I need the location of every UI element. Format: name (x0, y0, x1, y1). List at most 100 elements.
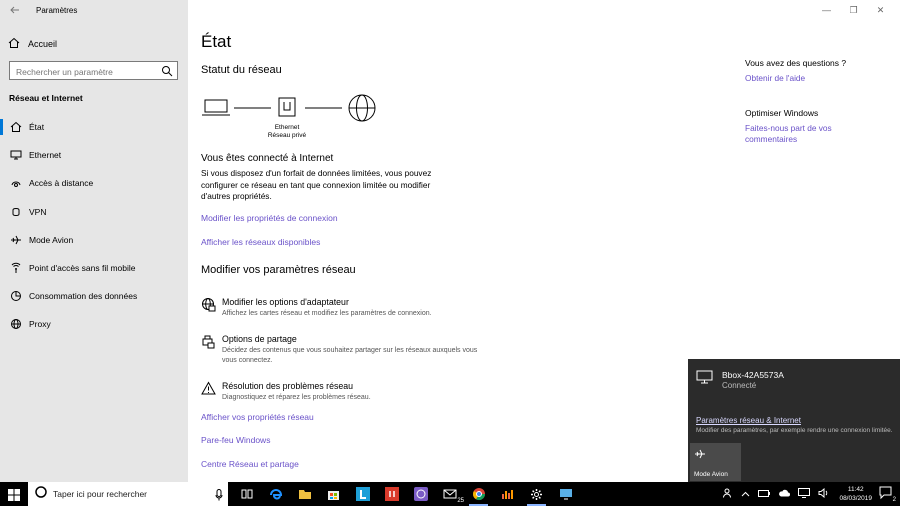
network-diagram-graphic (202, 94, 376, 122)
close-button[interactable]: ✕ (867, 3, 894, 17)
settings-gear-icon[interactable] (522, 484, 551, 506)
adapter-label: Ethernet (274, 124, 300, 131)
sidebar-item-label: État (29, 122, 45, 133)
battery-icon[interactable] (758, 489, 771, 499)
home-nav-item[interactable]: Accueil (8, 37, 57, 51)
windows-firewall-link[interactable]: Pare-feu Windows (201, 435, 270, 445)
l-app-icon[interactable] (348, 484, 377, 504)
connected-heading: Vous êtes connecté à Internet (201, 153, 334, 164)
window-title: Paramètres (36, 6, 78, 15)
vpn-icon (10, 206, 22, 218)
data-usage-icon (10, 290, 22, 302)
whatsapp-icon[interactable] (406, 484, 435, 504)
wired-network-icon (696, 370, 714, 390)
mail-icon[interactable]: 25 (435, 484, 464, 504)
action-center-icon[interactable]: 2 (878, 485, 896, 503)
back-arrow-icon[interactable] (9, 4, 21, 16)
change-connection-properties-link[interactable]: Modifier les propriétés de connexion (201, 213, 338, 223)
section-title: Réseau et Internet (9, 93, 83, 103)
sidebar-item-airplane[interactable]: Mode Avion (0, 226, 188, 254)
sidebar-item-label: Ethernet (29, 150, 62, 161)
adapter-options-item[interactable]: Modifier les options d'adaptateur Affich… (201, 297, 501, 325)
network-tray-icon[interactable] (798, 488, 811, 500)
network-settings-description: Modifier des paramètres, par exemple ren… (696, 427, 893, 434)
sidebar-item-label: Accès à distance (29, 178, 94, 189)
sidebar-item-data-usage[interactable]: Consommation des données (0, 282, 188, 310)
give-feedback-link[interactable]: Faites-nous part de vos commentaires (745, 123, 855, 146)
system-tray: 11:42 08/03/2019 2 (719, 482, 900, 506)
network-name: Bbox-42A5573A (722, 370, 784, 380)
chart-app-icon[interactable] (493, 484, 522, 504)
network-flyout: Bbox-42A5573A Connecté Paramètres réseau… (688, 359, 900, 482)
airplane-mode-tile[interactable]: Mode Avion (690, 443, 741, 481)
questions-heading: Vous avez des questions ? (745, 58, 847, 68)
network-status-heading: Statut du réseau (201, 64, 282, 76)
sidebar-item-label: Mode Avion (29, 234, 74, 245)
sidebar-item-label: Consommation des données (29, 291, 138, 302)
file-explorer-icon[interactable] (290, 484, 319, 504)
cortana-icon (35, 485, 47, 503)
clock-time: 11:42 (847, 486, 864, 493)
hotspot-icon (10, 262, 22, 274)
chrome-icon[interactable] (464, 484, 493, 506)
option-title: Résolution des problèmes réseau (222, 381, 354, 391)
option-description: Diagnostiquez et réparez les problèmes r… (222, 394, 371, 401)
windows-start-icon[interactable] (8, 488, 20, 506)
sidebar-item-proxy[interactable]: Proxy (0, 310, 188, 338)
volume-icon[interactable] (818, 487, 829, 500)
printer-share-icon (201, 334, 216, 349)
task-view-icon[interactable] (232, 484, 261, 504)
taskbar-search-box[interactable]: Taper ici pour rechercher (28, 482, 228, 506)
notification-count: 2 (892, 497, 896, 503)
people-icon[interactable] (723, 488, 733, 500)
view-network-properties-link[interactable]: Afficher vos propriétés réseau (201, 412, 314, 422)
onedrive-cloud-icon[interactable] (778, 489, 791, 499)
network-settings-link[interactable]: Paramètres réseau & Internet (696, 416, 801, 425)
state-icon (10, 121, 22, 133)
clock[interactable]: 11:42 08/03/2019 (839, 485, 872, 503)
minimize-button[interactable]: — (813, 3, 840, 17)
sidebar-item-label: Proxy (29, 319, 51, 330)
sidebar-item-dialup[interactable]: Accès à distance (0, 169, 188, 197)
show-available-networks-link[interactable]: Afficher les réseaux disponibles (201, 237, 320, 247)
microphone-icon[interactable] (215, 488, 223, 506)
settings-window: Paramètres Accueil Réseau et Internet Ét… (0, 0, 900, 482)
network-entry[interactable]: Bbox-42A5573A Connecté (696, 370, 784, 390)
network-diagram: Ethernet Réseau privé (202, 93, 382, 145)
airplane-tile-label: Mode Avion (694, 471, 728, 478)
connected-description: Si vous disposez d'un forfait de données… (201, 168, 432, 201)
search-icon[interactable] (161, 64, 173, 77)
sharing-options-item[interactable]: Options de partage Décidez des contenus … (201, 334, 501, 370)
sidebar-item-vpn[interactable]: VPN (0, 198, 188, 226)
network-type-label: Réseau privé (267, 132, 307, 139)
option-title: Modifier les options d'adaptateur (222, 297, 349, 307)
store-icon[interactable] (319, 484, 348, 504)
adapter-globe-icon (201, 297, 216, 312)
taskbar-apps: 25 (232, 484, 580, 506)
airplane-icon (694, 447, 706, 465)
remote-desktop-icon[interactable] (551, 484, 580, 504)
home-icon (8, 37, 20, 51)
sidebar-item-ethernet[interactable]: Ethernet (0, 141, 188, 169)
maximize-button[interactable]: ❐ (840, 3, 867, 17)
edge-browser-icon[interactable] (261, 484, 290, 504)
sidebar-item-hotspot[interactable]: Point d'accès sans fil mobile (0, 254, 188, 282)
airplane-icon (10, 234, 22, 246)
settings-search-input[interactable] (10, 63, 155, 81)
get-help-link[interactable]: Obtenir de l'aide (745, 73, 865, 85)
sidebar-item-etat[interactable]: État (0, 113, 188, 141)
option-description: Décidez des contenus que vous souhaitez … (222, 347, 478, 364)
taskbar: Taper ici pour rechercher 25 11:42 08/03… (0, 482, 900, 506)
improve-windows-heading: Optimiser Windows (745, 107, 819, 118)
network-sharing-center-link[interactable]: Centre Réseau et partage (201, 459, 299, 469)
option-description: Affichez les cartes réseau et modifiez l… (222, 310, 432, 317)
option-title: Options de partage (222, 334, 297, 344)
red-app-icon[interactable] (377, 484, 406, 504)
right-column: Vous avez des questions ? Obtenir de l'a… (745, 58, 865, 146)
troubleshoot-item[interactable]: Résolution des problèmes réseau Diagnost… (201, 381, 501, 409)
sidebar: Paramètres Accueil Réseau et Internet Ét… (0, 0, 188, 482)
chevron-up-icon[interactable] (741, 489, 750, 499)
network-status: Connecté (722, 381, 757, 390)
mail-badge: 25 (457, 498, 464, 504)
settings-search-box[interactable] (9, 61, 178, 81)
